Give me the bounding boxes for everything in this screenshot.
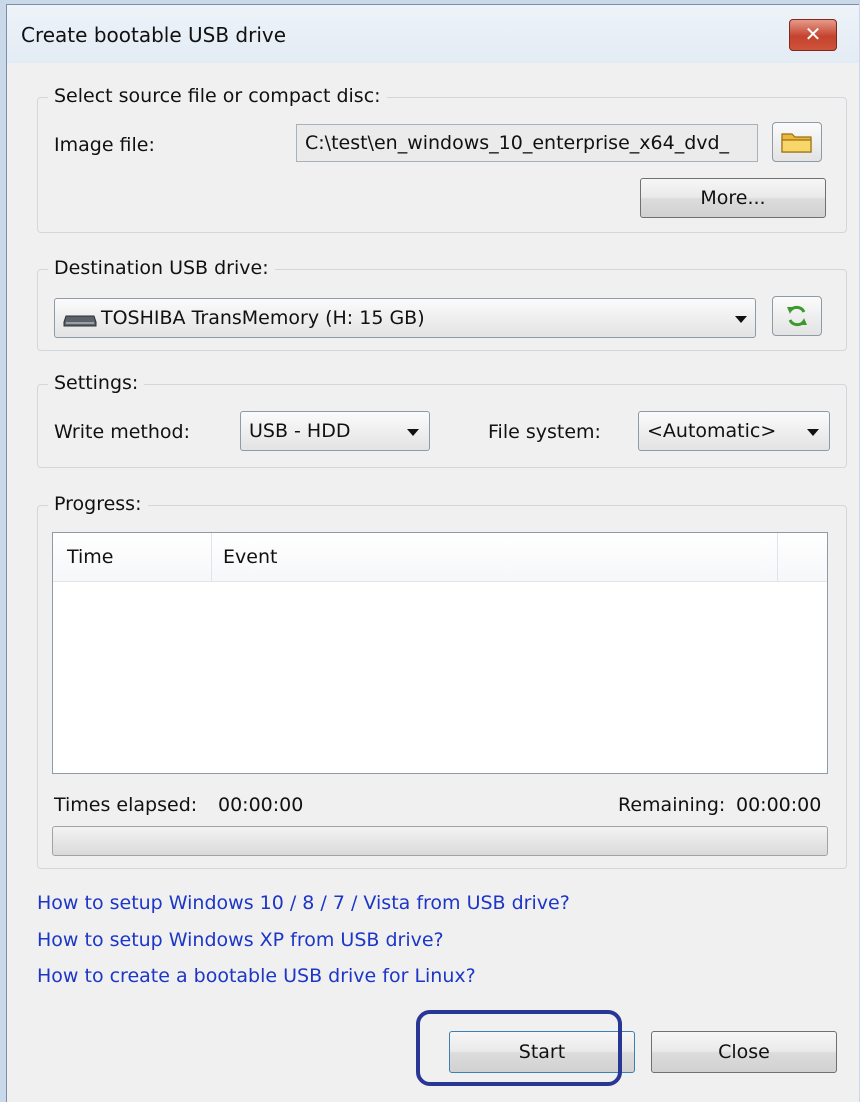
settings-legend: Settings: xyxy=(48,372,145,394)
folder-icon xyxy=(781,133,812,153)
chevron-down-icon xyxy=(407,429,419,436)
column-divider xyxy=(777,533,778,581)
start-button-highlight xyxy=(416,1010,622,1086)
write-method-value: USB - HDD xyxy=(249,420,351,442)
more-button[interactable]: More... xyxy=(640,178,826,218)
link-setup-windows-10[interactable]: How to setup Windows 10 / 8 / 7 / Vista … xyxy=(37,892,570,914)
refresh-button[interactable] xyxy=(772,296,822,336)
dialog-window: Create bootable USB drive ✕ Select sourc… xyxy=(6,4,859,1102)
elapsed-value: 00:00:00 xyxy=(218,794,304,816)
destination-group: Destination USB drive: TOSHIBA TransMemo… xyxy=(37,257,847,351)
elapsed-label: Times elapsed: xyxy=(54,794,198,816)
destination-legend: Destination USB drive: xyxy=(48,257,275,279)
refresh-icon xyxy=(787,305,807,327)
usb-drive-icon xyxy=(63,315,97,327)
remaining-value: 00:00:00 xyxy=(736,794,822,816)
chevron-down-icon xyxy=(807,429,819,436)
image-file-field[interactable]: C:\test\en_windows_10_enterprise_x64_dvd… xyxy=(296,124,758,162)
source-group: Select source file or compact disc: Imag… xyxy=(37,85,847,233)
window-title: Create bootable USB drive xyxy=(21,23,287,47)
file-system-value: <Automatic> xyxy=(647,420,777,442)
progress-log-list[interactable]: Time Event xyxy=(52,532,828,774)
remaining-label: Remaining: xyxy=(618,794,726,816)
close-window-button[interactable]: ✕ xyxy=(789,19,837,51)
file-system-label: File system: xyxy=(488,421,601,443)
link-bootable-linux[interactable]: How to create a bootable USB drive for L… xyxy=(37,965,476,987)
write-method-select[interactable]: USB - HDD xyxy=(240,411,430,451)
column-divider xyxy=(211,533,212,581)
write-method-label: Write method: xyxy=(54,421,190,443)
chevron-down-icon xyxy=(735,316,747,323)
link-setup-windows-xp[interactable]: How to setup Windows XP from USB drive? xyxy=(37,929,444,951)
usb-drive-select[interactable]: TOSHIBA TransMemory (H: 15 GB) xyxy=(54,298,756,338)
log-list-header: Time Event xyxy=(53,533,827,582)
progress-bar xyxy=(52,826,828,856)
close-button[interactable]: Close xyxy=(651,1031,837,1073)
image-file-label: Image file: xyxy=(54,134,155,156)
close-icon: ✕ xyxy=(804,22,822,46)
progress-legend: Progress: xyxy=(48,493,148,515)
file-system-select[interactable]: <Automatic> xyxy=(638,411,830,451)
column-header-event[interactable]: Event xyxy=(223,546,277,568)
progress-group: Progress: Time Event Times elapsed: 00:0… xyxy=(37,493,847,869)
browse-button[interactable] xyxy=(772,122,822,162)
usb-drive-value: TOSHIBA TransMemory (H: 15 GB) xyxy=(101,307,425,329)
settings-group: Settings: Write method: USB - HDD File s… xyxy=(37,372,847,468)
source-legend: Select source file or compact disc: xyxy=(48,85,387,107)
column-header-time[interactable]: Time xyxy=(67,546,114,568)
title-bar: Create bootable USB drive ✕ xyxy=(7,5,859,63)
